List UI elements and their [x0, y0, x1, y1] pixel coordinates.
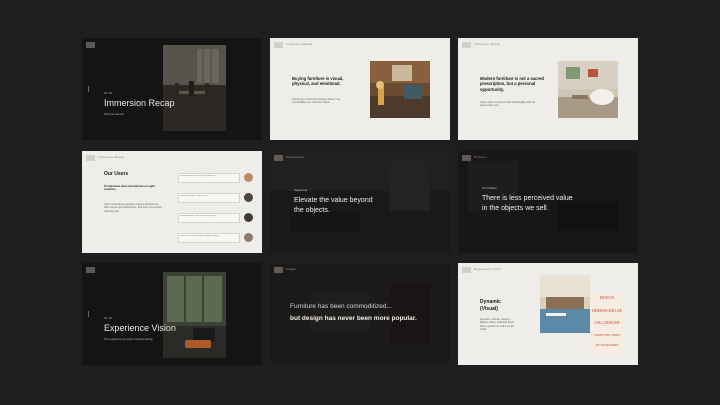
poster-line-2: HERMAN MILLER [592, 309, 622, 313]
section-label: The Problem [482, 187, 497, 190]
slide-7-experience-vision[interactable]: 02 / 06 Experience Vision The experience… [82, 263, 262, 365]
user-avatar [244, 213, 253, 222]
slide-heading: Modern furniture is not a sacred prescri… [480, 76, 544, 92]
slide-header-label: Immersion Recap [286, 42, 313, 46]
section-label: Opportunity [294, 189, 308, 192]
deck-logo [462, 267, 471, 273]
user-quote-list: I love furniture that has a story behind… [178, 167, 258, 247]
poster-line-3: LOLL DESIGNS [594, 321, 620, 325]
modern-house-photo [540, 275, 590, 333]
quote-text: I love furniture that has a story behind… [180, 175, 216, 177]
slide-body: Users of furniture purchase various furn… [104, 203, 162, 213]
slide-photo-modern-house [540, 275, 590, 333]
slide-header-label: Immersion Recap [98, 155, 125, 159]
slide-photo-dining-room [163, 45, 226, 131]
slide-9-dynamic-visual[interactable]: Experience Vision Dynamic (Visual) Dynam… [458, 263, 638, 365]
page-mark: · [274, 132, 275, 136]
slide-4-our-users[interactable]: Immersion Recap Our Users 67 interviews … [82, 151, 262, 253]
lounge-photo [558, 61, 618, 118]
typography-poster: DESIGN HERMAN MILLER LOLL DESIGNS WRITE … [590, 293, 624, 355]
quote-text: Comfort matters more than the price tag. [180, 215, 217, 217]
slide-8-insight[interactable]: Insight Furniture has been commoditized.… [270, 263, 450, 365]
slide-heading-line-1: There is less perceived value [482, 195, 573, 202]
user-quote-row: I love furniture that has a story behind… [178, 171, 258, 185]
deck-logo [462, 155, 471, 161]
slide-2-buying-furniture[interactable]: Immersion Recap Buying furniture is visu… [270, 38, 450, 140]
section-label: 02 / 06 [104, 317, 112, 320]
slide-heading-line-2: the objects. [294, 207, 330, 214]
living-room-photo [370, 61, 430, 118]
slide-3-modern-furniture[interactable]: Immersion Recap Modern furniture is not … [458, 38, 638, 140]
slide-heading-line-2: in the objects we sell. [482, 205, 549, 212]
user-avatar [244, 193, 253, 202]
deck-logo [86, 42, 95, 48]
slide-body: Users rely on how the furniture looks, h… [292, 98, 341, 105]
slide-photo-lounge [558, 61, 618, 118]
slide-subtitle: What we learned [104, 113, 124, 116]
slide-marker [88, 86, 89, 92]
slide-heading: Our Users [104, 171, 129, 177]
slide-heading-line-1: Dynamic [480, 299, 501, 305]
slide-6-problem[interactable]: Problem The Problem There is less percei… [458, 151, 638, 253]
slide-header-label: Insight [286, 267, 297, 271]
slide-title: Experience Vision [104, 323, 176, 333]
slide-heading-line-2: (Visual) [480, 306, 498, 312]
slide-title: Immersion Recap [104, 98, 175, 108]
user-quote-row: Comfort matters more than the price tag. [178, 211, 258, 225]
insight-line-2: but design has never been more popular. [290, 315, 417, 322]
slide-heading-line-1: Elevate the value beyond [294, 197, 373, 204]
user-quote-row: I want my home to feel like me. [178, 191, 258, 205]
section-label: 01 / 06 [104, 92, 112, 95]
slide-photo-living-room [370, 61, 430, 118]
user-quote-row: I like to see and touch pieces before bu… [178, 231, 258, 245]
slide-subtitle: The experience of modern furniture desig… [104, 338, 153, 341]
slide-header-label: Immersion Recap [474, 42, 501, 46]
slide-5-opportunity[interactable]: Opportunity Opportunity Elevate the valu… [270, 151, 450, 253]
slide-heading: Buying furniture is visual, physical, an… [292, 76, 344, 87]
background-room-photo [458, 151, 638, 253]
user-avatar [244, 173, 253, 182]
slide-1-immersion-recap[interactable]: 01 / 06 Immersion Recap What we learned [82, 38, 262, 140]
quote-text: I want my home to feel like me. [180, 195, 208, 197]
deck-logo [274, 155, 283, 161]
poster-line-4: WRITE THE STORY [593, 333, 621, 337]
deck-logo [274, 267, 283, 273]
slide-overview-canvas: { "slides": [ {"id":1,"theme":"dark","br… [0, 0, 720, 405]
slide-header-label: Problem [474, 155, 487, 159]
slide-header-label: Opportunity [286, 155, 304, 159]
page-mark: · [462, 132, 463, 136]
slide-header-label: Experience Vision [474, 267, 502, 271]
poster-line-5: OF YOUR HOME [595, 343, 619, 347]
page-mark: · [86, 245, 87, 249]
deck-logo [86, 267, 95, 273]
slide-body: Dynamic. Human. Great in Motion. Warm. E… [480, 318, 515, 332]
background-room-photo [270, 263, 450, 365]
user-avatar [244, 233, 253, 242]
deck-logo [86, 155, 95, 161]
slide-body: Users want to express their individualit… [480, 101, 536, 108]
slide-marker [88, 311, 89, 317]
deck-logo [462, 42, 471, 48]
dining-room-photo [163, 45, 226, 131]
page-mark: · [462, 357, 463, 361]
slide-highlight: 67 interviews were recorded across eight… [104, 185, 155, 192]
quote-text: I like to see and touch pieces before bu… [180, 235, 220, 237]
deck-logo [274, 42, 283, 48]
poster-line-1: DESIGN [599, 295, 615, 300]
lounge-chair-photo [163, 272, 226, 358]
insight-line-1: Furniture has been commoditized... [290, 303, 392, 310]
slide-photo-lounge-chair [163, 272, 226, 358]
